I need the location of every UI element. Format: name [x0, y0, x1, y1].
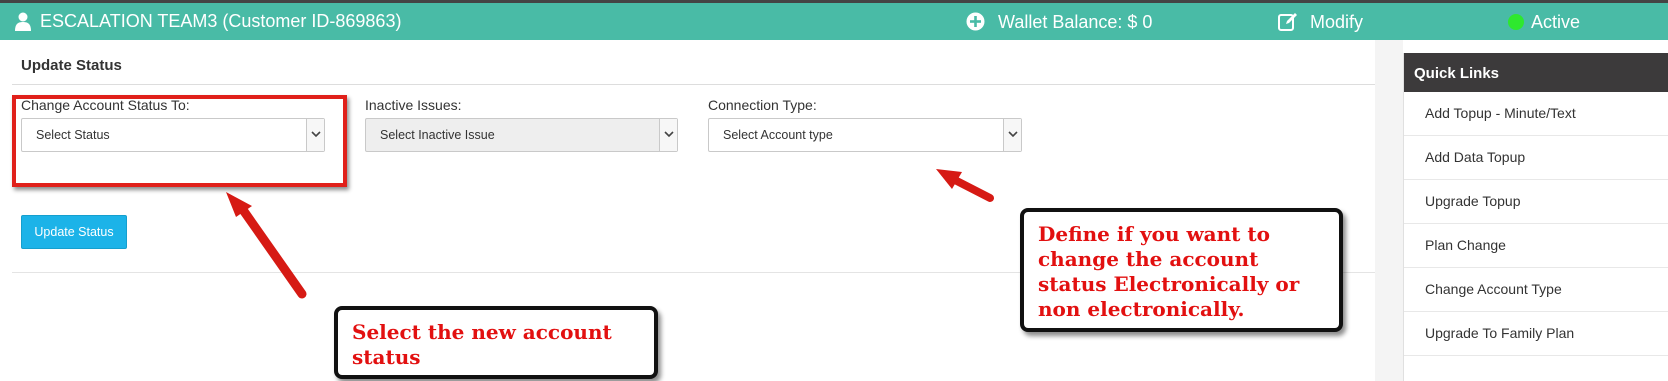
quick-links-panel: Quick Links Add Topup - Minute/Text Add … — [1403, 53, 1668, 381]
quick-link-add-topup[interactable]: Add Topup - Minute/Text — [1404, 92, 1668, 136]
arrow-icon — [226, 192, 307, 299]
callout-connection-type: Define if you want to change the account… — [1020, 208, 1343, 332]
quick-link-add-data-topup[interactable]: Add Data Topup — [1404, 136, 1668, 180]
quick-link-plan-change[interactable]: Plan Change — [1404, 224, 1668, 268]
callout-account-status: Select the new account status — [334, 306, 658, 379]
quick-link-upgrade-family-plan[interactable]: Upgrade To Family Plan — [1404, 312, 1668, 356]
quick-link-upgrade-topup[interactable]: Upgrade Topup — [1404, 180, 1668, 224]
quick-link-change-account-type[interactable]: Change Account Type — [1404, 268, 1668, 312]
quick-links-title: Quick Links — [1404, 53, 1668, 92]
arrow-icon — [936, 169, 994, 202]
